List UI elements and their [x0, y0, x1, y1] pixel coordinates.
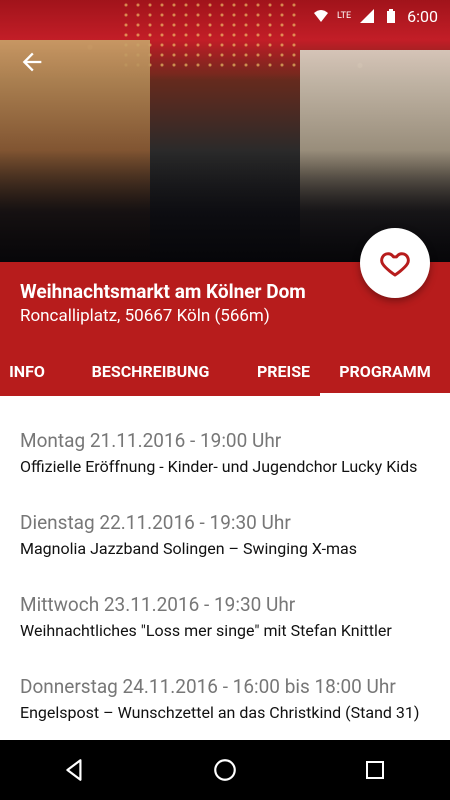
nav-recents-button[interactable]	[355, 750, 395, 790]
event-description: Magnolia Jazzband Solingen – Swinging X-…	[20, 539, 357, 558]
tab-preise[interactable]: PREISE	[247, 346, 320, 396]
program-list[interactable]: Montag 21.11.2016 - 19:00 Uhr Offizielle…	[20, 396, 430, 740]
tab-info[interactable]: INFO	[0, 346, 54, 396]
battery-icon	[383, 8, 399, 24]
square-recents-icon	[366, 761, 384, 779]
tab-beschreibung[interactable]: BESCHREIBUNG	[54, 346, 247, 396]
tab-label: PREISE	[256, 361, 311, 381]
event-description: Weihnachtliches "Loss mer singe" mit Ste…	[20, 621, 392, 640]
system-navigation-bar	[0, 740, 450, 800]
list-item: Montag 21.11.2016 - 19:00 Uhr Offizielle…	[20, 430, 430, 477]
lte-label: LTE	[337, 11, 352, 21]
list-item: Donnerstag 24.11.2016 - 16:00 bis 18:00 …	[20, 676, 430, 723]
event-date: Donnerstag 24.11.2016 - 16:00 bis 18:00 …	[20, 675, 396, 698]
list-item: Dienstag 22.11.2016 - 19:30 Uhr Magnolia…	[20, 512, 430, 559]
circle-home-icon	[214, 759, 236, 781]
triangle-back-icon	[66, 759, 82, 781]
nav-home-button[interactable]	[205, 750, 245, 790]
nav-back-button[interactable]	[55, 750, 95, 790]
clock: 6:00	[407, 6, 438, 26]
list-item: Mittwoch 23.11.2016 - 19:30 Uhr Weihnach…	[20, 594, 430, 641]
tab-label: PROGRAMM	[339, 361, 431, 381]
hero-image	[0, 0, 450, 262]
wifi-icon	[313, 8, 329, 24]
address-distance: Roncalliplatz, 50667 Köln (566m)	[20, 306, 270, 326]
arrow-left-icon	[22, 52, 42, 72]
event-date: Dienstag 22.11.2016 - 19:30 Uhr	[20, 511, 291, 534]
favorite-button[interactable]	[360, 228, 430, 298]
event-date: Mittwoch 23.11.2016 - 19:30 Uhr	[20, 593, 296, 616]
back-button[interactable]	[18, 48, 46, 76]
event-description: Engelspost – Wunschzettel an das Christk…	[20, 703, 420, 722]
page-title: Weihnachtsmarkt am Kölner Dom	[20, 280, 306, 303]
tab-bar: INFO BESCHREIBUNG PREISE PROGRAMM	[0, 346, 450, 396]
signal-icon	[359, 8, 375, 24]
tab-label: INFO	[9, 361, 45, 381]
event-date: Montag 21.11.2016 - 19:00 Uhr	[20, 429, 282, 452]
event-description: Offizielle Eröffnung - Kinder- und Jugen…	[20, 457, 418, 476]
status-bar: LTE 6:00	[0, 0, 450, 32]
tab-label: BESCHREIBUNG	[91, 361, 210, 381]
heart-icon	[380, 252, 410, 277]
tab-programm[interactable]: PROGRAMM	[320, 346, 450, 396]
